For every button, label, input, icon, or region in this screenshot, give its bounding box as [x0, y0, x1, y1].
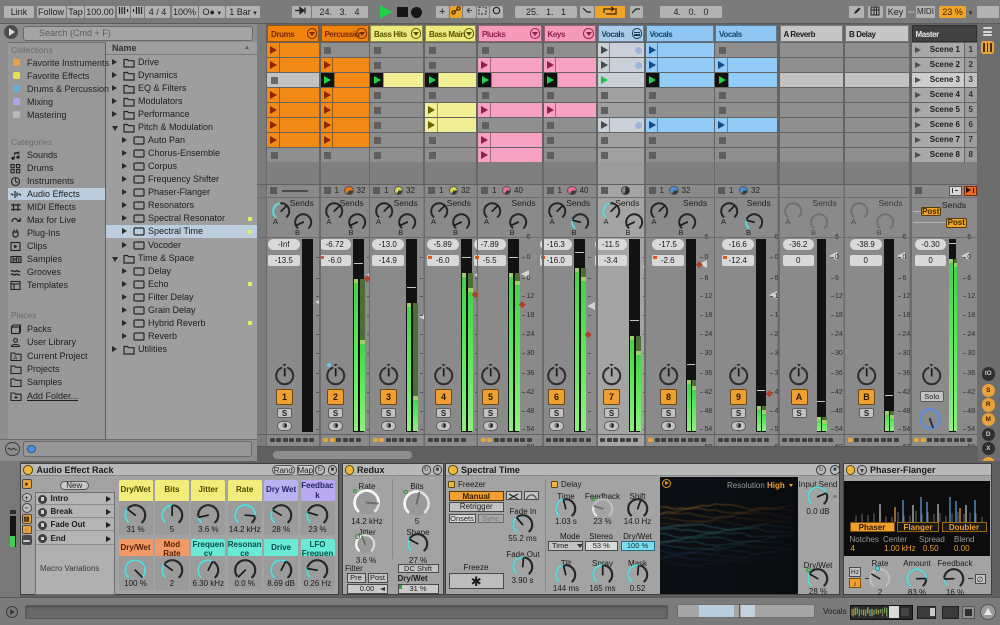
svg-text:A: A	[14, 355, 18, 361]
